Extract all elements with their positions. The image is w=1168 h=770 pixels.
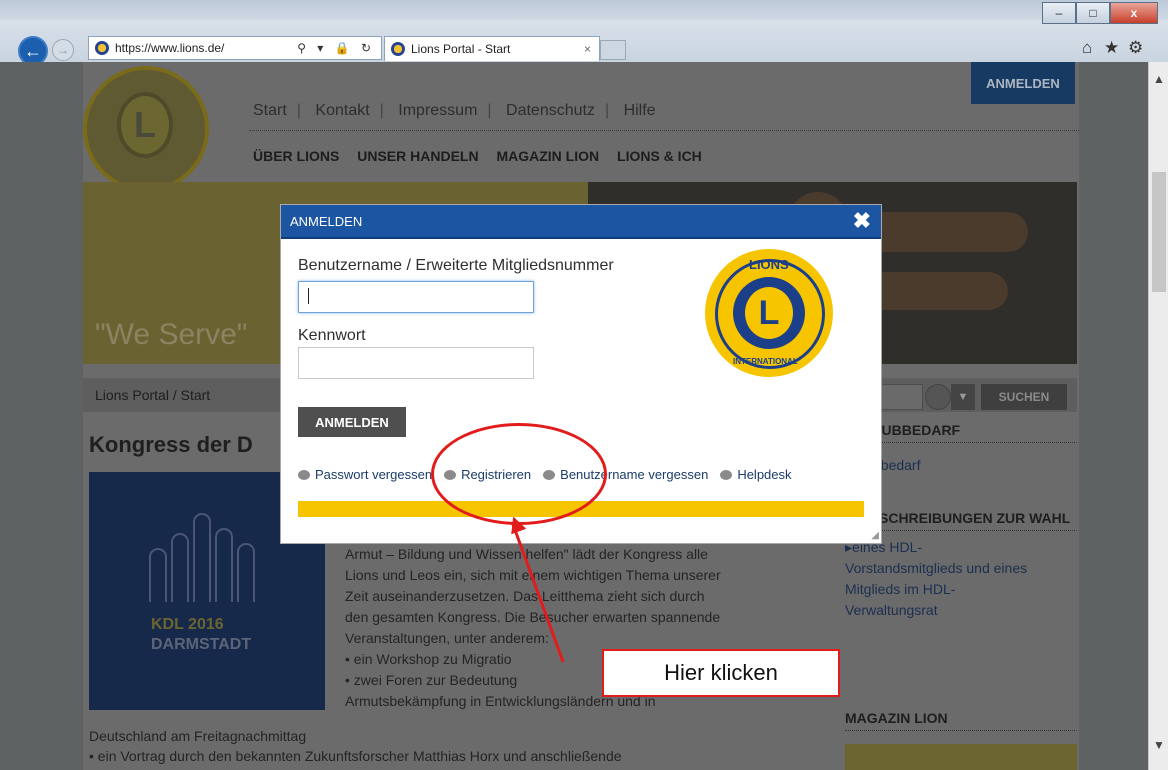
resize-handle-icon[interactable]: ◢ (871, 530, 879, 541)
minimize-button[interactable]: – (1042, 2, 1076, 24)
link-label: Helpdesk (737, 467, 792, 482)
help-bubble-icon (298, 469, 310, 480)
home-icon[interactable]: ⌂ (1082, 38, 1092, 58)
dialog-header: ANMELDEN ✖ (281, 205, 881, 239)
scroll-up-icon[interactable]: ▲ (1153, 72, 1165, 86)
article-line: Veranstaltungen, unter anderem: (345, 630, 549, 646)
site-favicon-icon (95, 41, 109, 55)
logo-letter: L (745, 287, 793, 339)
address-controls[interactable]: ⚲ ▾ 🔒 ↻ (297, 41, 381, 55)
sidebar-link-line: Verwaltungsrat (845, 602, 938, 618)
window-controls: – □ x (1042, 2, 1158, 24)
logo-letter: L (117, 92, 173, 158)
username-label: Benutzername / Erweiterte Mitgliedsnumme… (298, 257, 614, 274)
logo-lions-text: LIONS (749, 257, 789, 272)
sidebar-link-line: Vorstandsmitglieds und eines (845, 560, 1028, 576)
favorites-star-icon[interactable]: ★ (1104, 38, 1119, 58)
annotation-circle (431, 423, 607, 525)
kdl-city: DARMSTADT (151, 636, 252, 653)
article-line: Zeit auseinanderzusetzen. Das Leitthema … (345, 588, 705, 604)
globe-icon[interactable] (925, 384, 951, 410)
lions-logo-background: L (83, 66, 209, 192)
vertical-scrollbar[interactable]: ▲ ▼ (1148, 62, 1168, 770)
main-nav-lions-ich[interactable]: LIONS & ICH (617, 148, 702, 164)
header-login-button[interactable]: ANMELDEN (971, 62, 1075, 104)
sidebar-heading-wahl: SCHREIBUNGEN ZUR WAHL (879, 510, 1077, 531)
search-button[interactable]: SUCHEN (981, 384, 1067, 410)
nav-sep: | (379, 102, 384, 119)
address-bar[interactable]: https://www.lions.de/ ⚲ ▾ 🔒 ↻ (88, 36, 382, 60)
password-input[interactable] (298, 347, 534, 379)
scroll-down-icon[interactable]: ▼ (1153, 738, 1165, 752)
username-input[interactable] (298, 281, 534, 313)
nav-kontakt[interactable]: Kontakt (315, 102, 369, 119)
sidebar-link-line: Mitglieds im HDL- (845, 581, 956, 597)
main-nav-unser-handeln[interactable]: UNSER HANDELN (357, 148, 478, 164)
settings-gear-icon[interactable]: ⚙ (1128, 38, 1143, 58)
page-title: Kongress der D (89, 432, 253, 457)
password-label: Kennwort (298, 327, 366, 344)
nav-sep: | (604, 102, 610, 119)
main-nav-magazin[interactable]: MAGAZIN LION (496, 148, 599, 164)
help-bubble-icon (720, 469, 733, 480)
lions-logo: L LIONS INTERNATIONAL (705, 249, 833, 377)
nav-sep: | (487, 102, 492, 119)
nav-hilfe[interactable]: Hilfe (624, 102, 656, 119)
article-line: den gesamten Kongress. Die Besucher erwa… (345, 609, 721, 625)
nav-impressum[interactable]: Impressum (398, 102, 477, 119)
browser-chrome: – □ x ← → https://www.lions.de/ ⚲ ▾ 🔒 ↻ … (0, 0, 1168, 66)
article-line: Armut – Bildung und Wissen helfen" lädt … (345, 546, 708, 562)
forward-button[interactable]: → (52, 39, 74, 61)
sidebar-heading-magazin: MAGAZIN LION (845, 710, 1077, 731)
article-bullet-vortrag: • ein Vortrag durch den bekannten Zukunf… (89, 748, 622, 764)
close-icon[interactable]: ✖ (853, 208, 871, 234)
kdl-title: KDL 2016 (151, 616, 224, 633)
tab-title: Lions Portal - Start (411, 42, 511, 56)
tab-favicon-icon (391, 42, 405, 56)
sidebar-link-clubbedarf[interactable]: bbedarf (873, 455, 1077, 476)
new-tab-button[interactable] (600, 40, 626, 60)
forgot-password-link[interactable]: Passwort vergessen (298, 467, 432, 482)
helpdesk-link[interactable]: Helpdesk (720, 467, 792, 482)
main-nav-ueber-lions[interactable]: ÜBER LIONS (253, 148, 339, 164)
annotation-callout: Hier klicken (602, 649, 840, 697)
main-nav: ÜBER LIONS UNSER HANDELN MAGAZIN LION LI… (253, 148, 716, 164)
nav-sep: | (296, 102, 301, 119)
logo-international-text: INTERNATIONAL (733, 357, 798, 366)
title-bar (0, 0, 1168, 20)
login-submit-button[interactable]: ANMELDEN (298, 407, 406, 437)
arches-graphic (149, 513, 255, 602)
banner-slogan: "We Serve" (95, 318, 248, 351)
browser-tab[interactable]: Lions Portal - Start × (384, 36, 600, 61)
sidebar-link-wahl[interactable]: ▸eines HDL- Vorstandsmitglieds und eines… (845, 537, 1077, 621)
magazin-cover[interactable] (845, 744, 1077, 770)
breadcrumb[interactable]: Lions Portal / Start (95, 387, 210, 403)
nav-datenschutz[interactable]: Datenschutz (506, 102, 595, 119)
text-caret (308, 288, 309, 304)
article-continuation: Deutschland am Freitagnachmittag (89, 728, 307, 744)
dialog-title: ANMELDEN (290, 214, 363, 229)
tab-close-icon[interactable]: × (584, 42, 591, 56)
divider (249, 130, 1079, 131)
search-dropdown-icon[interactable]: ▼ (951, 384, 975, 410)
link-label: Passwort vergessen (315, 467, 433, 482)
top-nav: Start | Kontakt | Impressum | Datenschutz | … (253, 102, 666, 120)
scrollbar-thumb[interactable] (1152, 172, 1166, 292)
nav-start[interactable]: Start (253, 102, 287, 119)
maximize-button[interactable]: □ (1076, 2, 1110, 24)
close-window-button[interactable]: x (1110, 2, 1158, 24)
address-url[interactable]: https://www.lions.de/ (115, 41, 297, 55)
article-line: Lions und Leos ein, sich mit einem wicht… (345, 567, 721, 583)
